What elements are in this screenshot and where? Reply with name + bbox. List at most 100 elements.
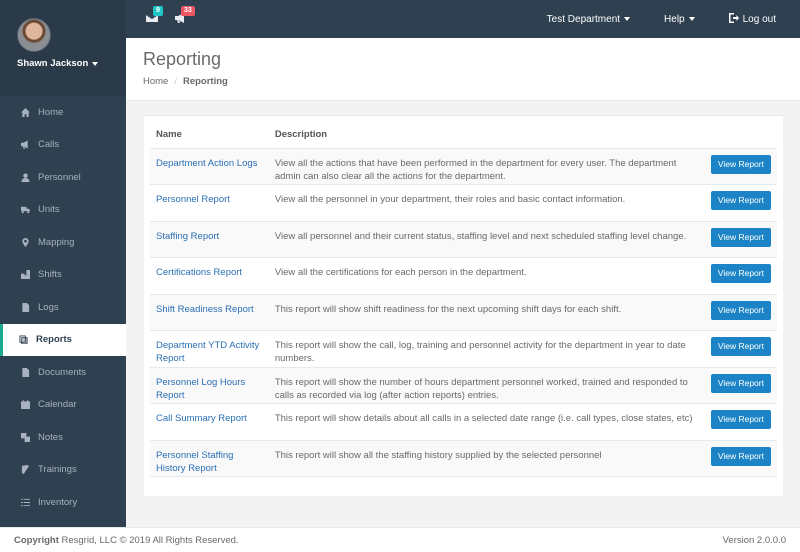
table-row: Department YTD Activity Report This repor… <box>150 330 777 368</box>
breadcrumb-home[interactable]: Home <box>143 76 168 87</box>
view-report-button[interactable]: View Report <box>710 410 771 429</box>
table-row: Personnel Report View all the personnel i… <box>150 184 777 222</box>
report-name-link[interactable]: Personnel Staffing History Report <box>150 440 269 477</box>
sidebar-item-label: Calls <box>38 139 60 151</box>
report-name-link[interactable]: Personnel Report <box>150 184 269 222</box>
page-heading: Reporting Home / Reporting <box>126 38 800 101</box>
view-report-button[interactable]: View Report <box>710 264 771 283</box>
logout-link[interactable]: Log out <box>728 12 776 26</box>
sidebar-item-label: Shifts <box>38 269 62 281</box>
department-dropdown[interactable]: Test Department <box>547 14 631 25</box>
sidebar-item-calls[interactable]: Calls <box>0 129 126 162</box>
shifts-icon <box>21 270 30 280</box>
view-report-button[interactable]: View Report <box>710 446 771 466</box>
column-header-description: Description <box>268 122 705 149</box>
sidebar-nav: Home Calls Personnel Units Mapping Shifts Logs… <box>0 96 126 519</box>
help-dropdown[interactable]: Help <box>664 14 695 25</box>
view-report-button[interactable]: View Report <box>710 337 771 356</box>
sidebar-item-mapping[interactable]: Mapping <box>0 226 126 259</box>
sidebar-item-reports[interactable]: Reports <box>0 323 126 356</box>
sidebar-item-label: Calendar <box>38 399 77 411</box>
report-name-link[interactable]: Department Action Logs <box>150 148 269 185</box>
report-description: View all the certifications for each per… <box>268 257 705 295</box>
report-action-cell: View Report <box>704 184 777 222</box>
view-report-button[interactable]: View Report <box>710 300 771 320</box>
notes-icon <box>21 432 30 442</box>
sidebar-item-units[interactable]: Units <box>0 194 126 227</box>
breadcrumb-current: Reporting <box>182 76 228 87</box>
sidebar-item-personnel[interactable]: Personnel <box>0 161 126 194</box>
sidebar-item-documents[interactable]: Documents <box>0 356 126 389</box>
table-row: Call Summary Report This report will show… <box>150 403 777 441</box>
sidebar-item-notes[interactable]: Notes <box>0 421 126 454</box>
table-row: Staffing Report View all personnel and th… <box>150 221 777 258</box>
sidebar-item-shifts[interactable]: Shifts <box>0 259 126 292</box>
page-title: Reporting <box>143 49 222 69</box>
footer: Copyright Resgrid, LLC © 2019 All Rights… <box>0 527 800 552</box>
sidebar-item-inventory[interactable]: Inventory <box>0 486 126 519</box>
sidebar-item-label: Inventory <box>38 496 78 508</box>
column-header-name: Name <box>150 122 269 149</box>
sidebar-item-calendar[interactable]: Calendar <box>0 389 126 422</box>
report-action-cell: View Report <box>704 403 777 441</box>
sidebar-item-label: Documents <box>38 366 87 378</box>
profile-name: Shawn Jackson <box>17 58 89 69</box>
sidebar-item-label: Home <box>38 106 64 118</box>
sidebar-item-logs[interactable]: Logs <box>0 291 126 324</box>
view-report-button[interactable]: View Report <box>710 227 771 247</box>
profile-panel: Shawn Jackson <box>0 0 126 96</box>
help-label: Help <box>664 13 685 25</box>
sidebar-item-label: Personnel <box>38 171 81 183</box>
user-icon <box>21 173 30 182</box>
sidebar-item-label: Trainings <box>38 464 77 476</box>
report-name-link[interactable]: Personnel Log Hours Report <box>150 367 269 404</box>
sign-out-icon <box>728 12 739 26</box>
megaphone-icon <box>21 140 30 150</box>
messages-button[interactable]: 9 <box>145 6 163 27</box>
map-marker-icon <box>21 237 30 247</box>
sidebar-item-trainings[interactable]: Trainings <box>0 454 126 487</box>
avatar[interactable] <box>17 18 51 52</box>
calls-button[interactable]: 33 <box>174 6 195 24</box>
report-action-cell: View Report <box>704 148 777 185</box>
envelope-icon <box>145 14 159 27</box>
view-report-button[interactable]: View Report <box>710 154 771 174</box>
calls-count-badge: 33 <box>181 6 195 16</box>
report-name-link[interactable]: Staffing Report <box>150 221 269 258</box>
caret-down-icon <box>624 17 631 21</box>
report-action-cell: View Report <box>704 440 777 477</box>
copyright-text: Resgrid, LLC © 2019 All Rights Reserved. <box>61 534 239 546</box>
messages-count-badge: 9 <box>153 6 163 16</box>
report-description: View all the actions that have been perf… <box>268 148 705 185</box>
truck-icon <box>21 205 30 214</box>
caret-down-icon <box>92 61 99 66</box>
home-icon <box>21 107 30 117</box>
report-name-link[interactable]: Certifications Report <box>150 257 269 295</box>
report-action-cell: View Report <box>704 367 777 404</box>
profile-menu[interactable]: Shawn Jackson <box>17 58 126 69</box>
file-icon <box>21 302 30 312</box>
book-icon <box>21 465 30 475</box>
reports-card: Name Description Department Action Logs V… <box>144 115 783 496</box>
report-description: This report will show all the staffing h… <box>268 440 705 477</box>
report-name-link[interactable]: Shift Readiness Report <box>150 294 269 331</box>
sidebar-item-label: Reports <box>36 334 72 346</box>
report-description: This report will show details about all … <box>268 403 705 441</box>
view-report-button[interactable]: View Report <box>710 373 771 393</box>
inventory-icon <box>21 498 30 507</box>
report-action-cell: View Report <box>704 294 777 331</box>
report-description: This report will show the call, log, tra… <box>268 330 705 368</box>
calendar-icon <box>21 400 30 410</box>
report-description: View all the personnel in your departmen… <box>268 184 705 222</box>
sidebar-item-home[interactable]: Home <box>0 96 126 129</box>
sidebar-item-label: Units <box>38 204 60 216</box>
view-report-button[interactable]: View Report <box>710 191 771 210</box>
report-name-link[interactable]: Call Summary Report <box>150 403 269 441</box>
breadcrumb: Home / Reporting <box>143 76 783 87</box>
report-name-link[interactable]: Department YTD Activity Report <box>150 330 269 368</box>
report-description: This report will show the number of hour… <box>268 367 705 404</box>
sidebar-item-label: Notes <box>38 431 63 443</box>
report-action-cell: View Report <box>704 330 777 368</box>
table-row: Personnel Staffing History Report This re… <box>150 440 777 477</box>
sidebar-item-label: Logs <box>38 301 59 313</box>
